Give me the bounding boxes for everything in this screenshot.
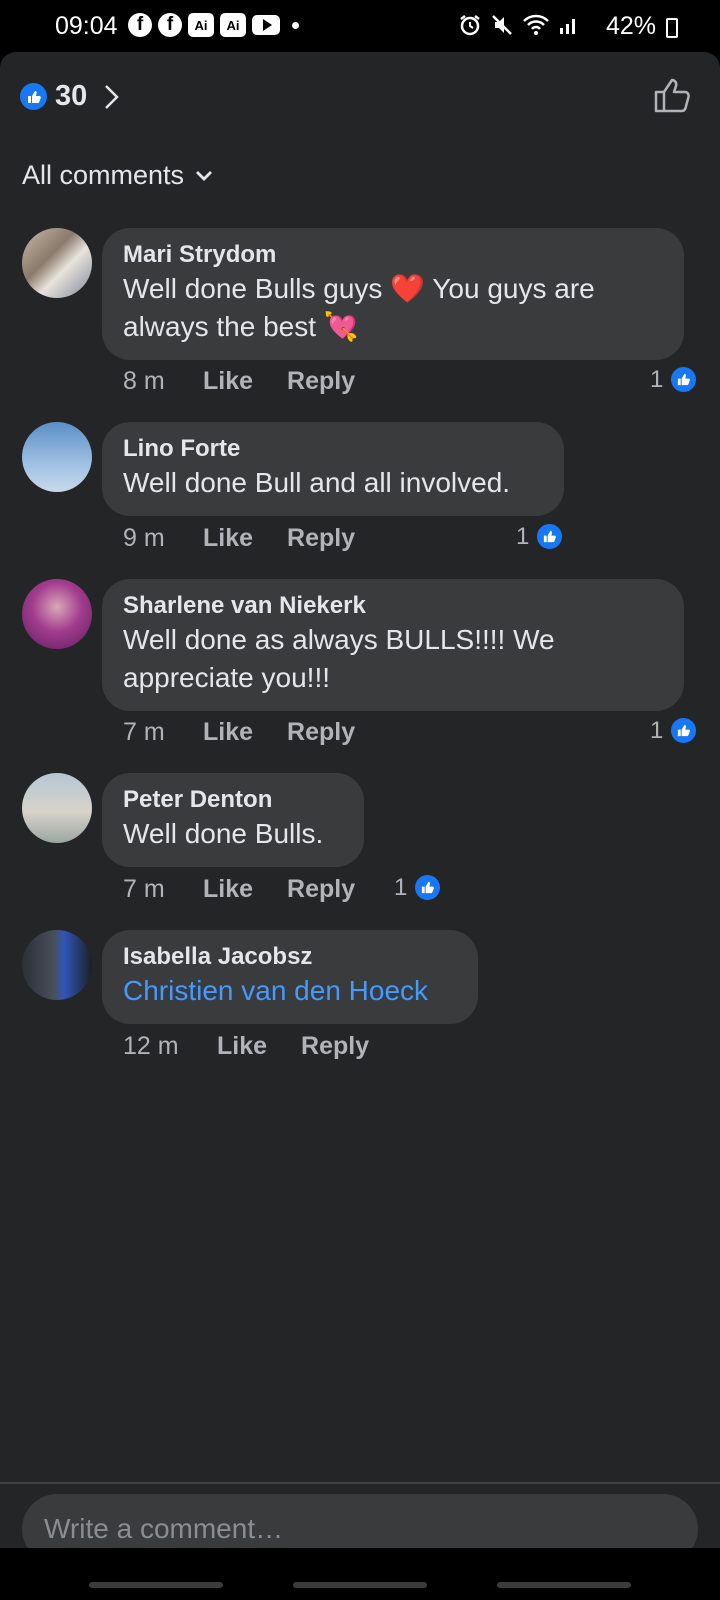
composer-divider (0, 1482, 720, 1484)
comment-author[interactable]: Lino Forte (123, 434, 544, 464)
like-reaction-icon (413, 873, 443, 902)
avatar[interactable] (22, 228, 92, 298)
comment-actions: 8 m Like Reply (123, 367, 389, 396)
like-link[interactable]: Like (203, 367, 253, 396)
nav-back-handle[interactable] (497, 1582, 631, 1588)
comment-time: 7 m (123, 875, 165, 903)
comment-actions: 7 m Like Reply (123, 718, 389, 747)
status-time: 09:04 (55, 12, 118, 40)
wifi-icon (523, 14, 549, 35)
nav-home-handle[interactable] (293, 1582, 427, 1588)
comment-reactions[interactable]: 1 (650, 716, 699, 745)
comment-reactions[interactable]: 1 (650, 365, 699, 394)
like-link[interactable]: Like (203, 524, 253, 553)
reply-link[interactable]: Reply (301, 1032, 369, 1061)
avatar[interactable] (22, 579, 92, 649)
comment-actions: 7 m Like Reply (123, 875, 389, 904)
comment-time: 12 m (123, 1032, 179, 1060)
like-link[interactable]: Like (203, 718, 253, 747)
reactions-summary[interactable]: 30 (20, 80, 121, 113)
comment-text: Well done as always BULLS!!!! We appreci… (123, 624, 555, 693)
comment-reactions[interactable]: 1 (394, 873, 443, 902)
system-nav-bar (0, 1548, 720, 1600)
nav-recents-handle[interactable] (89, 1582, 223, 1588)
youtube-icon (252, 15, 280, 35)
comment-time: 7 m (123, 718, 165, 746)
comment-author[interactable]: Mari Strydom (123, 240, 664, 270)
comments-panel: 30 All comments Mari Strydom Well done B… (0, 52, 720, 1600)
sort-label: All comments (22, 160, 185, 190)
signal-icon (560, 19, 575, 34)
comment-reactions[interactable]: 1 (516, 522, 565, 551)
reaction-count: 30 (55, 80, 88, 112)
chevron-right-icon (105, 84, 120, 109)
system-icons (458, 13, 580, 37)
like-button-icon[interactable] (652, 76, 692, 114)
avatar[interactable] (22, 422, 92, 492)
mute-icon (492, 15, 512, 35)
like-reaction-icon (20, 83, 47, 110)
chevron-down-icon (196, 170, 213, 181)
comment-actions: 12 m Like Reply (123, 1032, 403, 1061)
alarm-icon (460, 15, 480, 36)
mentioned-user-link[interactable]: Christien van den Hoeck (123, 972, 458, 1010)
comment-actions: 9 m Like Reply (123, 524, 389, 553)
comment-text: Well done Bull and all involved. (123, 467, 511, 498)
battery-level: 42% (605, 12, 656, 40)
status-bar: 09:04 f f Ai Ai 42% (0, 0, 720, 52)
reply-link[interactable]: Reply (287, 875, 355, 904)
like-reaction-icon (669, 716, 699, 745)
comment-bubble[interactable]: Sharlene van Niekerk Well done as always… (102, 579, 684, 711)
facebook-icon: f (158, 13, 182, 37)
comment-author[interactable]: Peter Denton (123, 785, 344, 815)
like-reaction-icon (669, 365, 699, 394)
reply-link[interactable]: Reply (287, 718, 355, 747)
comment-author[interactable]: Isabella Jacobsz (123, 942, 458, 972)
comment-bubble[interactable]: Peter Denton Well done Bulls. (102, 773, 364, 867)
comment-bubble[interactable]: Mari Strydom Well done Bulls guys ❤️ You… (102, 228, 684, 360)
comment-time: 8 m (123, 367, 165, 395)
reaction-count: 1 (394, 873, 408, 901)
comment-time: 9 m (123, 524, 165, 552)
like-reaction-icon (535, 522, 565, 551)
like-link[interactable]: Like (217, 1032, 267, 1061)
more-notifications-dot-icon (292, 21, 299, 29)
comment-text: Well done Bulls guys ❤️ You guys are alw… (123, 273, 595, 342)
avatar[interactable] (22, 773, 92, 843)
reaction-count: 1 (650, 365, 664, 393)
reaction-count: 1 (516, 522, 530, 550)
comment-bubble[interactable]: Lino Forte Well done Bull and all involv… (102, 422, 564, 516)
facebook-icon: f (128, 13, 152, 37)
avatar[interactable] (22, 930, 92, 1000)
comment-author[interactable]: Sharlene van Niekerk (123, 591, 664, 621)
notification-icons: f f Ai Ai (128, 13, 299, 37)
reply-link[interactable]: Reply (287, 524, 355, 553)
reaction-count: 1 (650, 716, 664, 744)
battery-icon (666, 18, 678, 38)
comment-sort-dropdown[interactable]: All comments (22, 160, 214, 191)
reply-link[interactable]: Reply (287, 367, 355, 396)
comment-bubble[interactable]: Isabella Jacobsz Christien van den Hoeck (102, 930, 478, 1024)
ai-icon: Ai (220, 13, 246, 37)
ai-icon: Ai (188, 13, 214, 37)
comment-text: Well done Bulls. (123, 818, 324, 849)
like-link[interactable]: Like (203, 875, 253, 904)
